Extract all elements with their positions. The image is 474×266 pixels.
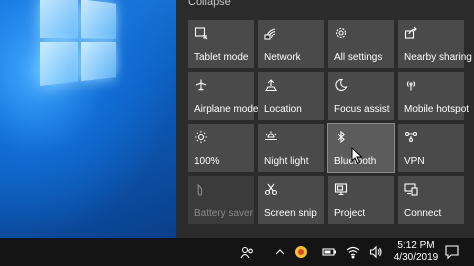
tile-label: Tablet mode [194, 52, 249, 63]
tile-label: Network [264, 52, 301, 63]
tile-label: Location [264, 104, 302, 115]
app-tray-icon[interactable] [294, 245, 308, 259]
tile-label: Mobile hotspot [404, 104, 470, 115]
tile-project[interactable]: Project [328, 176, 394, 224]
tile-label: Night light [264, 156, 309, 167]
tile-label: Nearby sharing [404, 52, 472, 63]
tile-label: Airplane mode [194, 104, 259, 115]
network-icon [264, 26, 278, 40]
battery-saver-icon [194, 182, 208, 196]
connect-icon [404, 182, 418, 196]
screen-snip-icon [264, 182, 278, 196]
tile-battery-saver[interactable]: Battery saver [188, 176, 254, 224]
tile-label: 100% [194, 156, 220, 167]
people-icon[interactable] [240, 245, 254, 259]
tile-label: Connect [404, 208, 442, 219]
tile-label: Focus assist [334, 104, 390, 115]
tile-label: VPN [404, 156, 425, 167]
moon-icon [334, 78, 348, 92]
desktop-wallpaper [0, 0, 176, 238]
tablet-mode-icon [194, 26, 208, 40]
hotspot-icon [404, 78, 418, 92]
airplane-icon [194, 78, 208, 92]
battery-icon[interactable] [322, 245, 336, 259]
tile-nearby-sharing[interactable]: Nearby sharing [398, 20, 472, 68]
tile-tablet-mode[interactable]: Tablet mode [188, 20, 254, 68]
tile-mobile-hotspot[interactable]: Mobile hotspot [398, 72, 469, 120]
taskbar: 5:12 PM 4/30/2019 [0, 238, 474, 266]
wifi-icon[interactable] [346, 245, 360, 259]
tile-connect[interactable]: Connect [398, 176, 464, 224]
location-icon [264, 78, 278, 92]
action-center-icon[interactable] [444, 244, 460, 260]
clock-time: 5:12 PM [397, 240, 435, 251]
tile-label: Screen snip [264, 208, 317, 219]
tile-label: All settings [334, 52, 383, 63]
tile-brightness[interactable]: 100% [188, 124, 254, 172]
clock-date: 4/30/2019 [393, 252, 439, 263]
action-center-panel: Collapse Tablet mode Network All setting… [176, 0, 474, 238]
taskbar-clock[interactable]: 5:12 PM 4/30/2019 [391, 240, 441, 264]
tile-night-light[interactable]: Night light [258, 124, 324, 172]
desktop-screen: Collapse Tablet mode Network All setting… [0, 0, 474, 266]
tile-label: Battery saver [194, 208, 253, 219]
tile-screen-snip[interactable]: Screen snip [258, 176, 324, 224]
share-icon [404, 26, 418, 40]
tile-network[interactable]: Network [258, 20, 324, 68]
brightness-icon [194, 130, 208, 144]
volume-icon[interactable] [369, 245, 383, 259]
tile-all-settings[interactable]: All settings [328, 20, 394, 68]
tile-vpn[interactable]: VPN [398, 124, 464, 172]
mouse-pointer-icon [351, 146, 363, 165]
tile-label: Project [334, 208, 366, 219]
chevron-up-icon[interactable] [273, 245, 287, 259]
windows-logo-wallpaper [40, 0, 117, 90]
night-light-icon [264, 130, 278, 144]
project-icon [334, 182, 348, 196]
tile-focus-assist[interactable]: Focus assist [328, 72, 394, 120]
tile-airplane-mode[interactable]: Airplane mode [188, 72, 258, 120]
vpn-icon [404, 130, 418, 144]
gear-icon [334, 26, 348, 40]
tile-location[interactable]: Location [258, 72, 324, 120]
collapse-link[interactable]: Collapse [188, 0, 231, 8]
bluetooth-icon [334, 130, 348, 144]
